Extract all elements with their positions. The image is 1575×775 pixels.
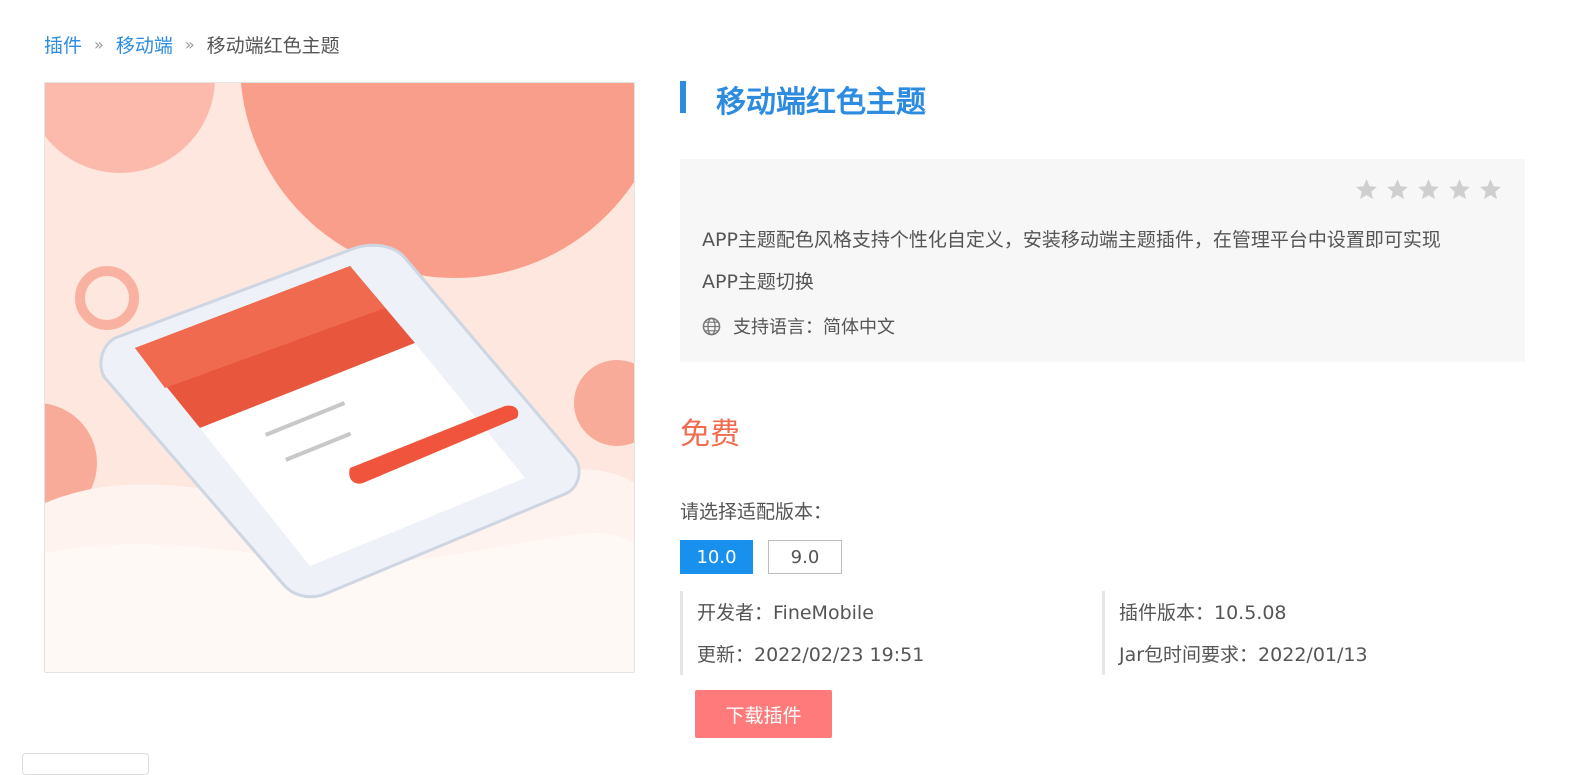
updated-info: 更新：2022/02/23 19:51 xyxy=(697,644,925,666)
language-row: 支持语言：简体中文 xyxy=(702,313,895,339)
breadcrumb-link-mobile[interactable]: 移动端 xyxy=(116,31,173,58)
star-icon[interactable] xyxy=(1416,177,1441,202)
star-icon[interactable] xyxy=(1447,177,1472,202)
plugin-version-info: 插件版本：10.5.08 xyxy=(1119,602,1287,624)
download-plugin-button[interactable]: 下载插件 xyxy=(695,690,832,738)
phone-illustration xyxy=(45,83,634,672)
language-label: 支持语言： xyxy=(733,317,823,338)
globe-icon xyxy=(702,317,721,335)
price-label: 免费 xyxy=(680,417,740,452)
rating-stars[interactable] xyxy=(1354,177,1503,202)
bottom-tab-partial[interactable] xyxy=(22,753,149,775)
title-accent-bar xyxy=(680,81,686,113)
version-selector: 10.0 9.0 xyxy=(680,540,842,574)
breadcrumb-link-plugins[interactable]: 插件 xyxy=(44,31,82,58)
plugin-meta-left: 开发者：FineMobile 更新：2022/02/23 19:51 xyxy=(680,591,924,675)
plugin-preview-image xyxy=(44,82,635,673)
version-option-9[interactable]: 9.0 xyxy=(768,540,842,574)
breadcrumb: 插件 » 移动端 » 移动端红色主题 xyxy=(44,31,340,58)
star-icon[interactable] xyxy=(1354,177,1379,202)
breadcrumb-current: 移动端红色主题 xyxy=(206,35,340,57)
version-option-10[interactable]: 10.0 xyxy=(680,540,753,574)
version-select-label: 请选择适配版本： xyxy=(680,501,833,523)
description-line: APP主题配色风格支持个性化自定义，安装移动端主题插件，在管理平台中设置即可实现 xyxy=(702,229,1441,251)
star-icon[interactable] xyxy=(1385,177,1410,202)
star-icon[interactable] xyxy=(1478,177,1503,202)
jar-requirement-info: Jar包时间要求：2022/01/13 xyxy=(1119,644,1368,666)
developer-info: 开发者：FineMobile xyxy=(697,602,874,624)
breadcrumb-separator: » xyxy=(184,35,195,54)
plugin-description: APP主题配色风格支持个性化自定义，安装移动端主题插件，在管理平台中设置即可实现… xyxy=(702,219,1502,303)
description-panel: APP主题配色风格支持个性化自定义，安装移动端主题插件，在管理平台中设置即可实现… xyxy=(680,159,1525,362)
description-line: APP主题切换 xyxy=(702,271,814,293)
language-value: 简体中文 xyxy=(823,317,895,338)
plugin-meta-right: 插件版本：10.5.08 Jar包时间要求：2022/01/13 xyxy=(1102,591,1368,675)
plugin-title: 移动端红色主题 xyxy=(716,85,926,120)
breadcrumb-separator: » xyxy=(94,35,104,54)
